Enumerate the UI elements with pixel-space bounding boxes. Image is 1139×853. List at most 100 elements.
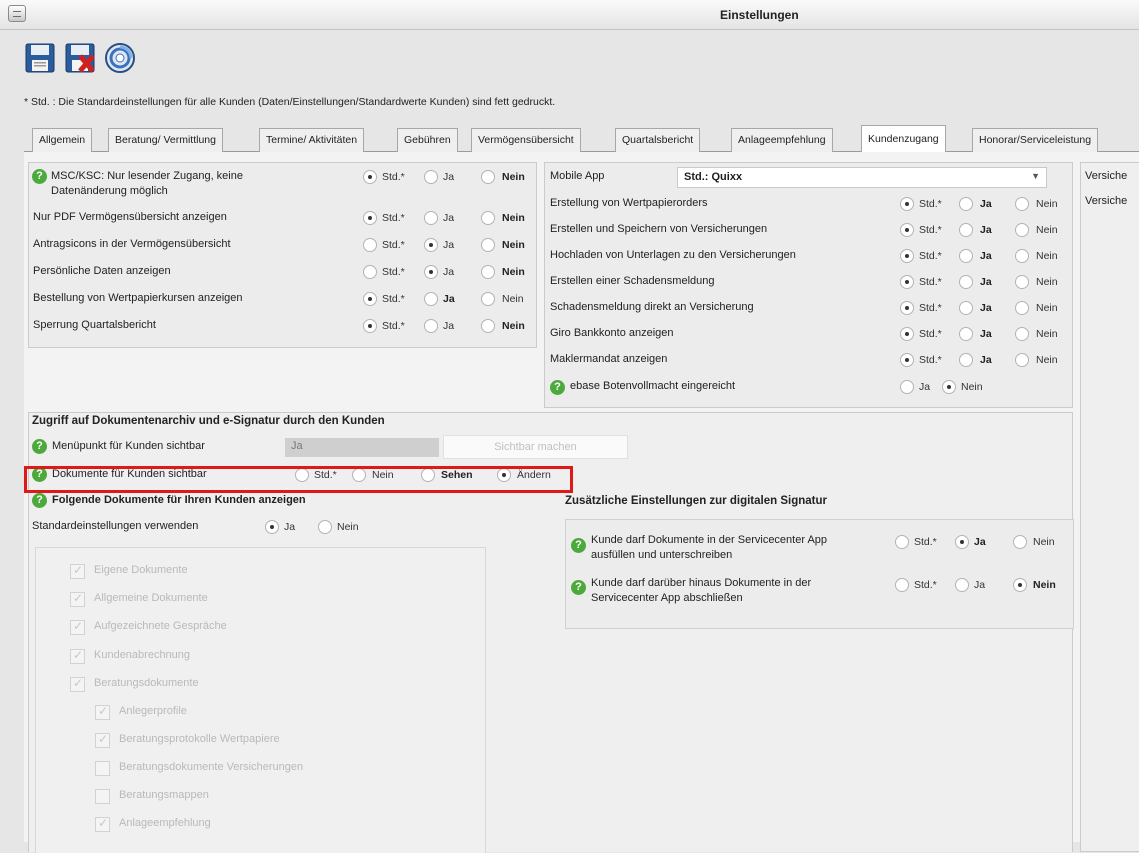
checkbox-eigene-dokumente[interactable] bbox=[70, 563, 85, 579]
radio-std[interactable] bbox=[900, 301, 914, 315]
refresh-icon[interactable] bbox=[104, 42, 136, 74]
signature-label-line2: ausfüllen und unterschreiben bbox=[591, 549, 733, 561]
radio-ja[interactable] bbox=[424, 292, 438, 306]
radio-std[interactable] bbox=[900, 353, 914, 367]
checkbox-beratungsdokumente[interactable] bbox=[70, 676, 85, 692]
radio-ja[interactable] bbox=[265, 520, 279, 534]
radio-ja[interactable] bbox=[424, 319, 438, 333]
checkbox-anlageempfehlung[interactable] bbox=[95, 816, 110, 832]
setting-label: Antragsicons in der Vermögensübersicht bbox=[33, 238, 231, 250]
window-menu-icon[interactable] bbox=[8, 5, 26, 22]
radio-nein[interactable] bbox=[481, 170, 495, 184]
radio-nein[interactable] bbox=[1015, 249, 1029, 263]
chevron-down-icon: ▼ bbox=[1031, 171, 1040, 181]
radio-ja[interactable] bbox=[424, 238, 438, 252]
checkbox-kundenabrechnung[interactable] bbox=[70, 648, 85, 664]
tab-gebuehren[interactable]: Gebühren bbox=[397, 128, 458, 152]
radio-nein[interactable] bbox=[1015, 223, 1029, 237]
checkbox-aufgezeichnete-gespraeche[interactable] bbox=[70, 619, 85, 635]
radio-nein[interactable] bbox=[318, 520, 332, 534]
radio-std[interactable] bbox=[900, 197, 914, 211]
checkbox-beratungsdokumente-versicherungen[interactable] bbox=[95, 761, 110, 776]
radio-ja[interactable] bbox=[424, 211, 438, 225]
tab-kundenzugang[interactable]: Kundenzugang bbox=[861, 125, 946, 153]
checkbox-beratungsprotokolle[interactable] bbox=[95, 732, 110, 748]
left-settings-panel: ? MSC/KSC: Nur lesender Zugang, keine Da… bbox=[28, 162, 537, 348]
radio-ja[interactable] bbox=[959, 197, 973, 211]
discard-icon[interactable] bbox=[64, 42, 96, 74]
setting-label: Maklermandat anzeigen bbox=[550, 353, 668, 365]
radio-std[interactable] bbox=[900, 275, 914, 289]
radio-nein[interactable] bbox=[1013, 535, 1027, 549]
setting-label: Sperrung Quartalsbericht bbox=[33, 319, 156, 331]
help-icon[interactable]: ? bbox=[32, 493, 47, 508]
checkbox-allgemeine-dokumente[interactable] bbox=[70, 591, 85, 607]
radio-ja[interactable] bbox=[959, 249, 973, 263]
radio-ja[interactable] bbox=[959, 353, 973, 367]
radio-ja[interactable] bbox=[959, 223, 973, 237]
radio-ja[interactable] bbox=[424, 170, 438, 184]
help-icon[interactable]: ? bbox=[550, 380, 565, 395]
tab-beratung[interactable]: Beratung/ Vermittlung bbox=[108, 128, 223, 152]
help-icon[interactable]: ? bbox=[571, 538, 586, 553]
radio-std[interactable] bbox=[363, 265, 377, 279]
tab-anlageempfehlung[interactable]: Anlageempfehlung bbox=[731, 128, 833, 152]
radio-std[interactable] bbox=[900, 249, 914, 263]
following-documents-label: Folgende Dokumente für Ihren Kunden anze… bbox=[52, 494, 306, 506]
radio-std[interactable] bbox=[363, 292, 377, 306]
radio-std[interactable] bbox=[363, 211, 377, 225]
radio-std[interactable] bbox=[363, 238, 377, 252]
insurance-label: Versiche bbox=[1085, 195, 1128, 207]
radio-std[interactable] bbox=[900, 223, 914, 237]
tab-allgemein[interactable]: Allgemein bbox=[32, 128, 93, 152]
checkbox-anlegerprofile[interactable] bbox=[95, 704, 110, 720]
section-title: Zugriff auf Dokumentenarchiv und e-Signa… bbox=[32, 415, 385, 427]
radio-nein[interactable] bbox=[1015, 327, 1029, 341]
help-icon[interactable]: ? bbox=[32, 169, 47, 184]
radio-nein[interactable] bbox=[481, 265, 495, 279]
radio-ja[interactable] bbox=[959, 275, 973, 289]
radio-ja[interactable] bbox=[900, 380, 914, 394]
radio-std[interactable] bbox=[895, 535, 909, 549]
tab-termine[interactable]: Termine/ Aktivitäten bbox=[259, 128, 365, 152]
radio-std[interactable] bbox=[363, 170, 377, 184]
radio-nein[interactable] bbox=[481, 319, 495, 333]
tab-vermoegensuebersicht[interactable]: Vermögensübersicht bbox=[471, 128, 581, 152]
help-icon[interactable]: ? bbox=[571, 580, 586, 595]
radio-ja[interactable] bbox=[955, 578, 969, 592]
radio-std[interactable] bbox=[895, 578, 909, 592]
menu-visible-label: Menüpunkt für Kunden sichtbar bbox=[52, 440, 205, 452]
mobile-app-select[interactable]: Std.: Quixx ▼ bbox=[677, 167, 1047, 188]
title-bar: Einstellungen bbox=[0, 0, 1139, 30]
setting-label: Erstellen einer Schadensmeldung bbox=[550, 275, 715, 287]
radio-ja[interactable] bbox=[959, 301, 973, 315]
radio-nein[interactable] bbox=[481, 292, 495, 306]
tab-bar: Allgemein Beratung/ Vermittlung Termine/… bbox=[24, 124, 1139, 153]
menu-visible-value: Ja bbox=[285, 438, 439, 457]
radio-std[interactable] bbox=[363, 319, 377, 333]
setting-label: Nur PDF Vermögensübersicht anzeigen bbox=[33, 211, 227, 223]
settings-content: ? MSC/KSC: Nur lesender Zugang, keine Da… bbox=[24, 152, 1139, 853]
checkbox-beratungsmappen[interactable] bbox=[95, 789, 110, 804]
radio-ja[interactable] bbox=[959, 327, 973, 341]
setting-label: Erstellen und Speichern von Versicherung… bbox=[550, 223, 768, 235]
make-visible-button[interactable]: Sichtbar machen bbox=[443, 435, 628, 459]
radio-nein[interactable] bbox=[1015, 275, 1029, 289]
radio-ja[interactable] bbox=[424, 265, 438, 279]
tab-honorar[interactable]: Honorar/Serviceleistung bbox=[972, 128, 1099, 152]
radio-nein[interactable] bbox=[1013, 578, 1027, 592]
radio-nein[interactable] bbox=[942, 380, 956, 394]
radio-nein[interactable] bbox=[481, 211, 495, 225]
help-icon[interactable]: ? bbox=[32, 439, 47, 454]
setting-label: Persönliche Daten anzeigen bbox=[33, 265, 171, 277]
radio-nein[interactable] bbox=[1015, 301, 1029, 315]
defaults-note: * Std. : Die Standardeinstellungen für a… bbox=[24, 96, 556, 108]
radio-std[interactable] bbox=[900, 327, 914, 341]
tab-quartalsbericht[interactable]: Quartalsbericht bbox=[615, 128, 701, 152]
radio-ja[interactable] bbox=[955, 535, 969, 549]
radio-nein[interactable] bbox=[481, 238, 495, 252]
radio-nein[interactable] bbox=[1015, 353, 1029, 367]
save-icon[interactable] bbox=[24, 42, 56, 74]
signature-label-line2: Servicecenter App abschließen bbox=[591, 592, 743, 604]
radio-nein[interactable] bbox=[1015, 197, 1029, 211]
